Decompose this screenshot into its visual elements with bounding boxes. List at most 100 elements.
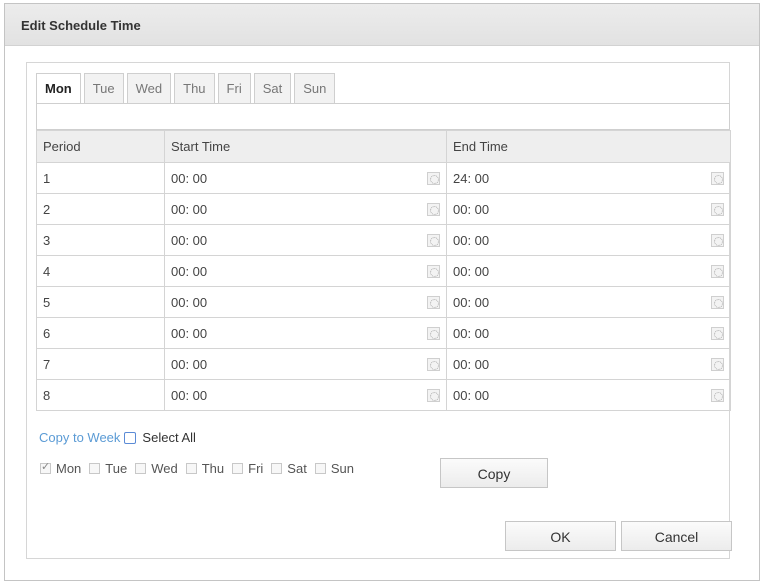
tab-sat[interactable]: Sat [253, 73, 292, 103]
tab-wed[interactable]: Wed [126, 73, 172, 103]
end-time-value: 00: 00 [453, 325, 490, 341]
end-time-field[interactable]: 00: 00 [453, 264, 724, 279]
select-all-checkbox[interactable] [124, 431, 137, 444]
start-time-cell: 00: 00 [164, 348, 447, 380]
clock-icon[interactable] [427, 264, 440, 278]
end-time-field[interactable]: 24: 00 [453, 171, 724, 186]
clock-icon[interactable] [711, 295, 724, 309]
clock-icon[interactable] [711, 357, 724, 371]
start-time-field[interactable]: 00: 00 [171, 326, 440, 341]
table-row: 6 00: 00 00: 00 [36, 317, 731, 349]
day-checkbox[interactable] [314, 463, 326, 474]
day-checkbox[interactable] [232, 463, 244, 474]
copy-day-sun: Sun [314, 461, 354, 476]
day-label: Fri [248, 461, 264, 476]
tab-sun[interactable]: Sun [294, 73, 336, 103]
clock-icon[interactable] [427, 202, 440, 216]
end-time-cell: 00: 00 [446, 224, 731, 256]
start-time-cell: 00: 00 [164, 255, 447, 287]
start-time-field[interactable]: 00: 00 [171, 264, 440, 279]
table-row: 1 00: 00 24: 00 [36, 162, 731, 194]
day-tabs: Mon Tue Wed Thu Fri Sat Sun [36, 73, 336, 104]
copy-to-week-label: Copy to Week [39, 430, 121, 445]
day-checkbox[interactable] [135, 463, 147, 474]
day-checkbox[interactable] [40, 460, 51, 474]
clock-icon[interactable] [711, 171, 724, 185]
start-time-cell: 00: 00 [164, 379, 447, 411]
cancel-button[interactable]: Cancel [621, 521, 732, 551]
end-time-cell: 00: 00 [446, 379, 731, 411]
start-time-header: Start Time [164, 130, 447, 163]
end-time-value: 00: 00 [453, 201, 490, 217]
day-label: Mon [56, 461, 82, 476]
tab-thu[interactable]: Thu [174, 73, 215, 103]
start-time-field[interactable]: 00: 00 [171, 233, 440, 248]
period-cell: 6 [36, 317, 165, 349]
end-time-value: 00: 00 [453, 356, 490, 372]
table-row: 2 00: 00 00: 00 [36, 193, 731, 225]
day-checkbox[interactable] [271, 463, 283, 474]
copy-day-mon: Mon [40, 460, 82, 476]
start-time-cell: 00: 00 [164, 193, 447, 225]
start-time-value: 00: 00 [171, 387, 208, 403]
start-time-field[interactable]: 00: 00 [171, 171, 440, 186]
copy-button[interactable]: Copy [440, 458, 548, 488]
clock-icon[interactable] [711, 264, 724, 278]
period-cell: 5 [36, 286, 165, 318]
copy-day-tue: Tue [89, 461, 127, 476]
copy-day-wed: Wed [135, 461, 178, 476]
day-label: Wed [151, 461, 178, 476]
end-time-field[interactable]: 00: 00 [453, 202, 724, 217]
clock-icon[interactable] [427, 233, 440, 247]
clock-icon[interactable] [711, 326, 724, 340]
clock-icon[interactable] [427, 326, 440, 340]
end-time-field[interactable]: 00: 00 [453, 357, 724, 372]
end-time-field[interactable]: 00: 00 [453, 388, 724, 403]
period-cell: 2 [36, 193, 165, 225]
start-time-field[interactable]: 00: 00 [171, 388, 440, 403]
clock-icon[interactable] [711, 202, 724, 216]
copy-day-fri: Fri [232, 461, 263, 476]
tab-tue[interactable]: Tue [83, 73, 124, 103]
end-time-value: 00: 00 [453, 294, 490, 310]
start-time-field[interactable]: 00: 00 [171, 202, 440, 217]
end-time-field[interactable]: 00: 00 [453, 233, 724, 248]
start-time-cell: 00: 00 [164, 286, 447, 318]
start-time-field[interactable]: 00: 00 [171, 357, 440, 372]
period-cell: 4 [36, 255, 165, 287]
end-time-cell: 00: 00 [446, 286, 731, 318]
end-time-cell: 00: 00 [446, 317, 731, 349]
select-all-label: Select All [142, 430, 196, 445]
dialog-title: Edit Schedule Time [21, 18, 141, 33]
period-cell: 3 [36, 224, 165, 256]
schedule-table: Period Start Time End Time 1 00: 00 24: 00… [36, 130, 731, 411]
day-label: Sat [287, 461, 307, 476]
clock-icon[interactable] [427, 295, 440, 309]
copy-to-week-row: Copy to Week Select All [39, 430, 196, 445]
clock-icon[interactable] [711, 388, 724, 402]
clock-icon[interactable] [427, 357, 440, 371]
title-bar[interactable]: Edit Schedule Time [5, 4, 759, 46]
start-time-field[interactable]: 00: 00 [171, 295, 440, 310]
end-time-value: 00: 00 [453, 232, 490, 248]
tab-mon[interactable]: Mon [36, 73, 81, 104]
day-checkbox[interactable] [89, 463, 101, 474]
start-time-cell: 00: 00 [164, 317, 447, 349]
clock-icon[interactable] [427, 388, 440, 402]
clock-icon[interactable] [711, 233, 724, 247]
end-time-cell: 00: 00 [446, 255, 731, 287]
table-row: 3 00: 00 00: 00 [36, 224, 731, 256]
period-cell: 1 [36, 162, 165, 194]
tab-fri[interactable]: Fri [217, 73, 251, 103]
copy-day-thu: Thu [185, 461, 224, 476]
tab-content-strip [36, 103, 730, 130]
end-time-field[interactable]: 00: 00 [453, 326, 724, 341]
table-row: 4 00: 00 00: 00 [36, 255, 731, 287]
day-checkbox[interactable] [185, 463, 197, 474]
end-time-field[interactable]: 00: 00 [453, 295, 724, 310]
period-cell: 7 [36, 348, 165, 380]
ok-button[interactable]: OK [505, 521, 616, 551]
end-time-cell: 24: 00 [446, 162, 731, 194]
start-time-value: 00: 00 [171, 294, 208, 310]
clock-icon[interactable] [427, 171, 440, 185]
